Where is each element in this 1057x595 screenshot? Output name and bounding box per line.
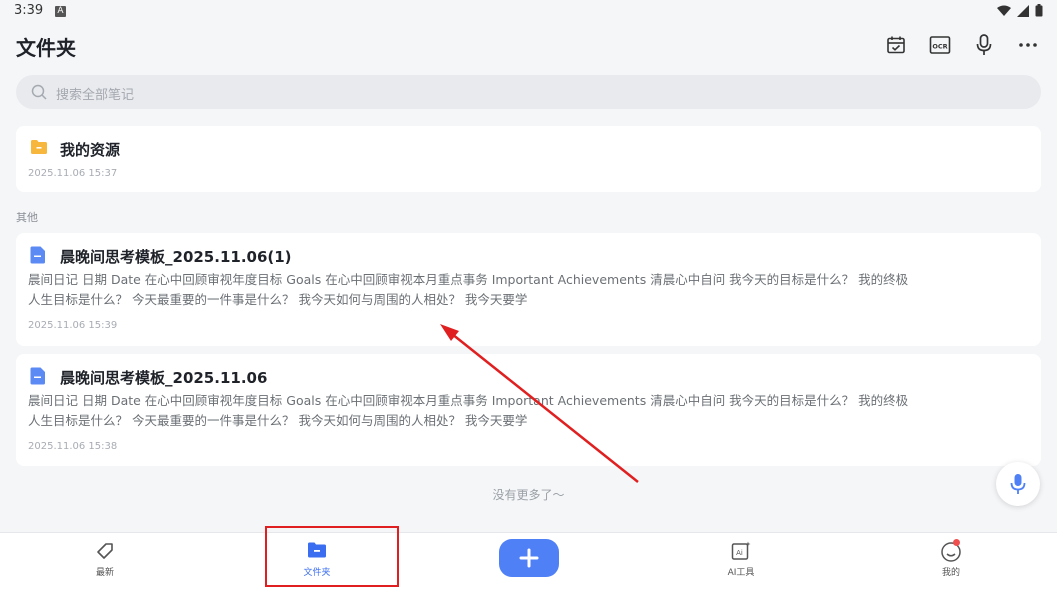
notification-badge	[953, 539, 960, 546]
section-label: 其他	[16, 211, 38, 224]
battery-icon	[1035, 4, 1043, 17]
end-of-list-text: 没有更多了～	[492, 488, 565, 502]
tag-icon	[97, 543, 113, 559]
note-title: 晨晚间思考模板_2025.11.06(1)	[60, 248, 292, 266]
status-bar: 3:39 A	[0, 0, 1057, 24]
microphone-icon	[1010, 474, 1026, 494]
voice-note-button[interactable]	[996, 462, 1040, 506]
add-button[interactable]	[499, 539, 559, 577]
tab-label: AI工具	[727, 568, 755, 578]
toolbar: OCR	[885, 32, 1039, 58]
more-icon	[1019, 43, 1037, 47]
voice-button[interactable]	[973, 32, 995, 58]
search-icon	[31, 84, 47, 100]
ocr-icon: OCR	[929, 36, 951, 54]
more-button[interactable]	[1017, 32, 1039, 58]
document-icon	[30, 246, 45, 264]
folder-item[interactable]: 我的资源 2025.11.06 15:37	[16, 126, 1041, 192]
note-excerpt: 晨间日记 日期 Date 在心中回顾审视年度目标 Goals 在心中回顾审视本月…	[28, 393, 909, 428]
signal-icon	[1017, 4, 1029, 17]
note-item[interactable]: 晨晚间思考模板_2025.11.06 晨间日记 日期 Date 在心中回顾审视年…	[16, 354, 1041, 466]
search-input[interactable]: 搜索全部笔记	[16, 75, 1041, 109]
folder-icon	[31, 140, 47, 154]
tab-ai-tools[interactable]: Ai AI工具	[681, 533, 801, 595]
page-title: 文件夹	[16, 36, 76, 60]
note-excerpt: 晨间日记 日期 Date 在心中回顾审视年度目标 Goals 在心中回顾审视本月…	[28, 272, 909, 307]
note-title: 晨晚间思考模板_2025.11.06	[60, 369, 268, 387]
tab-label: 我的	[941, 568, 960, 578]
microphone-icon	[976, 34, 992, 55]
add-icon	[519, 548, 539, 568]
note-date: 2025.11.06 15:39	[28, 320, 118, 331]
document-icon	[30, 367, 45, 385]
note-item[interactable]: 晨晚间思考模板_2025.11.06(1) 晨间日记 日期 Date 在心中回顾…	[16, 233, 1041, 346]
tab-label: 最新	[95, 568, 114, 578]
svg-text:OCR: OCR	[932, 43, 947, 51]
calendar-check-icon	[887, 36, 905, 54]
folder-title: 我的资源	[60, 141, 121, 159]
wifi-icon	[997, 5, 1011, 16]
note-date: 2025.11.06 15:38	[28, 441, 118, 452]
tab-latest[interactable]: 最新	[45, 533, 165, 595]
search-placeholder: 搜索全部笔记	[56, 88, 135, 103]
tab-profile[interactable]: 我的	[891, 533, 1011, 595]
notification-icon: A	[55, 6, 66, 17]
annotation-highlight-box	[265, 526, 399, 587]
ocr-button[interactable]: OCR	[929, 32, 951, 58]
folder-date: 2025.11.06 15:37	[28, 168, 118, 179]
ai-icon: Ai	[731, 541, 751, 560]
status-time: 3:39	[14, 3, 44, 18]
calendar-check-button[interactable]	[885, 32, 907, 58]
svg-text:Ai: Ai	[736, 549, 743, 557]
